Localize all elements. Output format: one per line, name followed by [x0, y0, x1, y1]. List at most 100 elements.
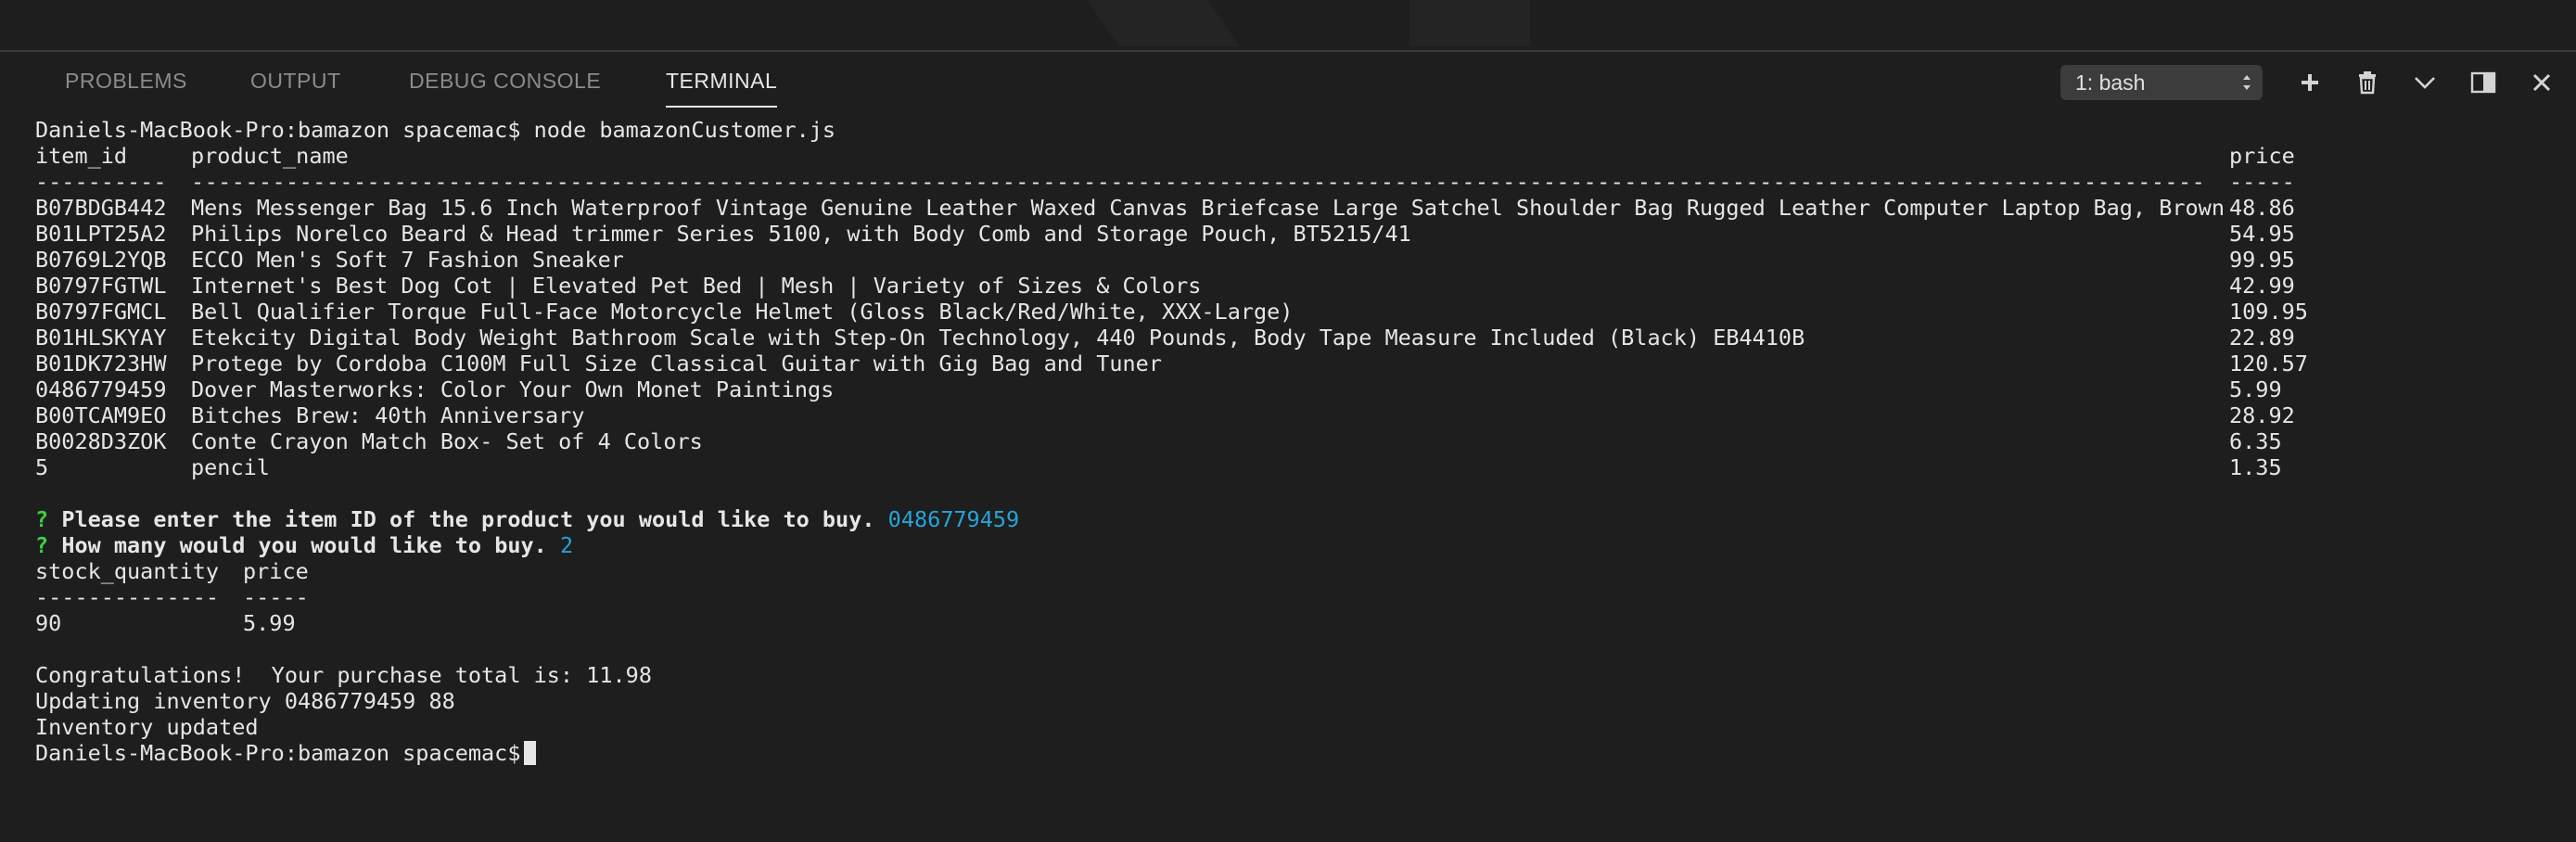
- question-mark: ?: [35, 532, 49, 558]
- cell-item-id: B0797FGTWL: [35, 273, 167, 299]
- prompt-question-quantity: ? How many would you would like to buy. …: [35, 532, 573, 558]
- trash-icon: [2359, 71, 2376, 95]
- table-row: 0486779459 Dover Masterworks: Color Your…: [35, 376, 2576, 402]
- kill-terminal-button[interactable]: [2352, 67, 2383, 98]
- table-row: B01HLSKYAY Etekcity Digital Body Weight …: [35, 325, 2576, 351]
- plus-icon: [2302, 74, 2318, 91]
- cell-item-id: B07BDGB442: [35, 195, 167, 221]
- active-tab-indicator: [666, 106, 777, 108]
- toggle-layout-button[interactable]: [2468, 67, 2499, 98]
- rule-price: -----: [243, 584, 309, 610]
- terminal-select[interactable]: 1: bash: [2060, 65, 2263, 100]
- cell-price: 48.86: [2229, 195, 2295, 221]
- terminal-select-value: 1: bash: [2075, 70, 2146, 95]
- cell-product-name: Protege by Cordoba C100M Full Size Class…: [191, 351, 1162, 376]
- question-answer: 2: [559, 532, 574, 558]
- panel-tab-bar: PROBLEMS OUTPUT DEBUG CONSOLE TERMINAL 1…: [0, 52, 2576, 111]
- cell-item-id: B01LPT25A2: [35, 221, 167, 247]
- terminal-cursor: [524, 741, 537, 765]
- final-prompt-line: Daniels-MacBook-Pro:bamazon spacemac$: [35, 740, 537, 766]
- cell-item-id: 5: [35, 454, 49, 480]
- cell-item-id: B0028D3ZOK: [35, 428, 167, 454]
- cell-price: 5.99: [243, 610, 296, 636]
- shell-command: node bamazonCustomer.js: [533, 117, 836, 143]
- cell-product-name: Bitches Brew: 40th Anniversary: [191, 402, 585, 428]
- tab-problems[interactable]: PROBLEMS: [65, 69, 187, 94]
- rule-product-name: ----------------------------------------…: [191, 169, 2206, 195]
- question-mark: ?: [35, 506, 49, 532]
- collapse-panel-button[interactable]: [2409, 67, 2441, 98]
- select-arrows-icon: [2243, 75, 2251, 90]
- cell-price: 6.35: [2229, 428, 2282, 454]
- vscode-window: PROBLEMS OUTPUT DEBUG CONSOLE TERMINAL 1…: [0, 0, 2576, 842]
- cell-price: 1.35: [2229, 454, 2282, 480]
- header-product-name: product_name: [191, 143, 349, 169]
- tab-output[interactable]: OUTPUT: [250, 69, 341, 94]
- cell-price: 99.95: [2229, 247, 2295, 273]
- cell-product-name: Philips Norelco Beard & Head trimmer Ser…: [191, 221, 1411, 247]
- table-row: B0797FGTWL Internet's Best Dog Cot | Ele…: [35, 273, 2576, 299]
- cell-product-name: Etekcity Digital Body Weight Bathroom Sc…: [191, 325, 1805, 351]
- cell-product-name: Internet's Best Dog Cot | Elevated Pet B…: [191, 273, 1202, 299]
- cell-price: 109.95: [2229, 299, 2308, 325]
- table-row: B0028D3ZOK Conte Crayon Match Box- Set o…: [35, 428, 2576, 454]
- cell-price: 54.95: [2229, 221, 2295, 247]
- cell-product-name: ECCO Men's Soft 7 Fashion Sneaker: [191, 247, 624, 273]
- stock-table-rule: -------------- -----: [35, 584, 592, 610]
- cell-item-id: B01HLSKYAY: [35, 325, 167, 351]
- editor-area: [0, 0, 2576, 52]
- tab-debug-console[interactable]: DEBUG CONSOLE: [409, 69, 601, 94]
- cell-item-id: 0486779459: [35, 376, 167, 402]
- inventory-updated-message: Inventory updated: [35, 714, 259, 740]
- table-row: B07BDGB442 Mens Messenger Bag 15.6 Inch …: [35, 195, 2576, 221]
- chevron-down-icon: [2415, 77, 2435, 89]
- cell-price: 5.99: [2229, 376, 2282, 402]
- rule-stock-quantity: --------------: [35, 584, 220, 610]
- cell-product-name: Mens Messenger Bag 15.6 Inch Waterproof …: [191, 195, 2225, 221]
- header-price: price: [2229, 143, 2295, 169]
- header-stock-quantity: stock_quantity: [35, 558, 220, 584]
- cell-product-name: Bell Qualifier Torque Full-Face Motorcyc…: [191, 299, 1294, 325]
- cell-item-id: B01DK723HW: [35, 351, 167, 376]
- tab-terminal[interactable]: TERMINAL: [666, 69, 777, 94]
- cell-stock-quantity: 90: [35, 610, 62, 636]
- close-panel-button[interactable]: [2526, 67, 2557, 98]
- header-price: price: [243, 558, 309, 584]
- editor-watermark: [1409, 0, 1530, 46]
- cell-price: 120.57: [2229, 351, 2308, 376]
- purchase-total-message: Congratulations! Your purchase total is:…: [35, 662, 652, 688]
- cell-product-name: Dover Masterworks: Color Your Own Monet …: [191, 376, 835, 402]
- prompt-question-item-id: ? Please enter the item ID of the produc…: [35, 506, 1019, 532]
- cell-item-id: B0769L2YQB: [35, 247, 167, 273]
- table-row: B0769L2YQB ECCO Men's Soft 7 Fashion Sne…: [35, 247, 2576, 273]
- question-text: How many would you would like to buy.: [61, 532, 547, 558]
- cell-price: 42.99: [2229, 273, 2295, 299]
- split-layout-icon: [2470, 71, 2496, 94]
- table-row: B01LPT25A2 Philips Norelco Beard & Head …: [35, 221, 2576, 247]
- shell-prompt: Daniels-MacBook-Pro:bamazon spacemac$: [35, 740, 521, 766]
- command-line: Daniels-MacBook-Pro:bamazon spacemac$ no…: [35, 117, 835, 143]
- new-terminal-button[interactable]: [2294, 67, 2326, 98]
- rule-price: -----: [2229, 169, 2295, 195]
- stock-table-header: stock_quantity price: [35, 558, 592, 584]
- rule-item-id: ----------: [35, 169, 167, 195]
- table-row: B01DK723HW Protege by Cordoba C100M Full…: [35, 351, 2576, 376]
- table-row: B0797FGMCL Bell Qualifier Torque Full-Fa…: [35, 299, 2576, 325]
- table-row: B00TCAM9EO Bitches Brew: 40th Anniversar…: [35, 402, 2576, 428]
- updating-inventory-message: Updating inventory 0486779459 88: [35, 688, 455, 714]
- product-table-rule: ---------- -----------------------------…: [35, 169, 2576, 195]
- cell-price: 22.89: [2229, 325, 2295, 351]
- cell-product-name: pencil: [191, 454, 270, 480]
- cell-item-id: B00TCAM9EO: [35, 402, 167, 428]
- cell-price: 28.92: [2229, 402, 2295, 428]
- bottom-panel: PROBLEMS OUTPUT DEBUG CONSOLE TERMINAL 1…: [0, 52, 2576, 842]
- table-row: 5 pencil 1.35: [35, 454, 2576, 480]
- cell-product-name: Conte Crayon Match Box- Set of 4 Colors: [191, 428, 703, 454]
- cell-item-id: B0797FGMCL: [35, 299, 167, 325]
- close-icon: [2532, 73, 2551, 92]
- header-item-id: item_id: [35, 143, 128, 169]
- question-text: Please enter the item ID of the product …: [61, 506, 875, 532]
- editor-watermark: [1040, 0, 1241, 46]
- question-answer: 0486779459: [887, 506, 1020, 532]
- product-table-header: item_id product_name price: [35, 143, 2576, 169]
